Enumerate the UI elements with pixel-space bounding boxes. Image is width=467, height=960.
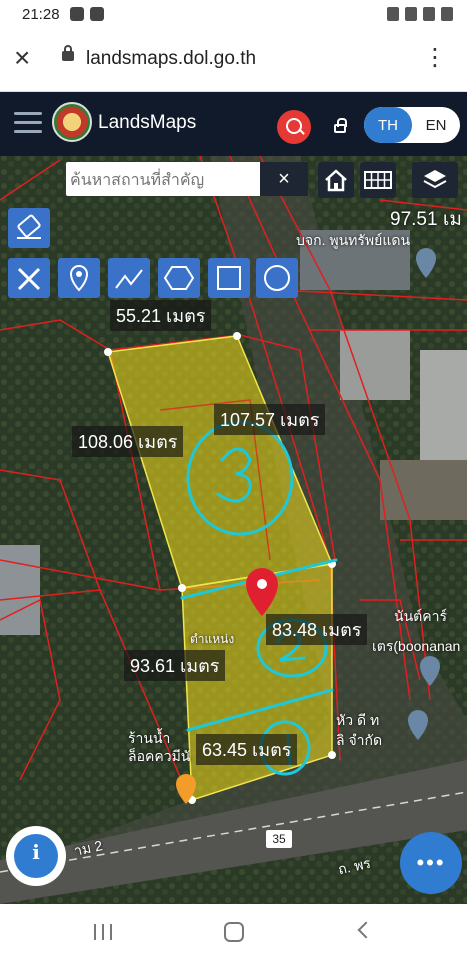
label-position: ตำแหน่ง [190, 632, 235, 646]
eraser-icon [17, 214, 41, 239]
circle-icon [264, 265, 290, 291]
login-lock-icon[interactable] [334, 118, 347, 133]
measure-left-lower: 93.61 เมตร [124, 650, 226, 681]
measure-right-lower: 83.48 เมตร [266, 614, 368, 645]
recent-apps-icon[interactable] [94, 924, 112, 940]
measure-bottom: 63.45 เมตร [196, 734, 298, 765]
status-time: 21:28 [22, 6, 60, 23]
notification-icons [70, 7, 104, 21]
location-pin-icon [69, 264, 89, 292]
hamburger-menu-icon[interactable] [14, 112, 42, 134]
polygon-button[interactable] [158, 258, 200, 298]
info-button[interactable]: i [6, 826, 66, 886]
system-nav-bar [0, 904, 467, 960]
polyline-icon [115, 269, 143, 289]
more-dots-icon: ••• [416, 850, 446, 875]
line-app-icon [90, 7, 104, 21]
place-search: × [66, 162, 308, 196]
measure-right-upper: 107.57 เมตร [214, 404, 326, 435]
label-store-2: ล็อคควมีนั [128, 748, 191, 764]
rectangle-button[interactable] [208, 258, 250, 298]
place-search-input[interactable] [66, 162, 256, 196]
department-logo [52, 102, 92, 142]
measure-top: 55.21 เมตร [110, 300, 212, 331]
measure-left-upper: 108.06 เมตร [72, 426, 184, 457]
info-icon: i [32, 840, 40, 864]
brand-title: LandsMaps [98, 112, 197, 133]
grid-button[interactable] [360, 162, 396, 198]
layers-button[interactable] [412, 162, 458, 198]
browser-menu-icon[interactable]: ⋮ [423, 46, 447, 70]
rectangle-icon [217, 266, 241, 290]
bluetooth-icon [387, 7, 399, 21]
label-nant: นันต์คาร์ [394, 608, 447, 624]
more-button[interactable]: ••• [400, 832, 462, 894]
url-text[interactable]: landsmaps.dol.go.th [86, 48, 256, 70]
lang-th-button[interactable]: TH [364, 107, 412, 143]
home-icon [325, 169, 347, 192]
tools-icon [17, 267, 41, 291]
label-boonanan: เตร(boonanan [372, 638, 461, 654]
label-company-2: หัว ดี ท [336, 712, 380, 728]
search-icon[interactable] [277, 110, 311, 144]
home-button[interactable] [318, 162, 354, 198]
clear-search-button[interactable]: × [260, 162, 308, 196]
lock-icon [62, 45, 74, 61]
home-nav-icon[interactable] [224, 922, 244, 942]
eraser-button[interactable] [8, 208, 50, 248]
tools-button[interactable] [8, 258, 50, 298]
marker-button[interactable] [58, 258, 100, 298]
signal-icon [423, 7, 435, 21]
polygon-icon [163, 266, 195, 290]
layers-icon [423, 170, 447, 189]
circle-button[interactable] [256, 258, 298, 298]
browser-toolbar: × landsmaps.dol.go.th ⋮ [0, 30, 467, 92]
road-number-badge: 35 [266, 830, 292, 848]
measure-line-button[interactable] [108, 258, 150, 298]
back-icon[interactable] [357, 921, 375, 939]
close-tab-icon[interactable]: × [14, 44, 30, 72]
battery-icon [441, 7, 453, 21]
label-company: บจก. พูนทรัพย์แดน [296, 232, 411, 248]
grid-icon [364, 171, 392, 189]
lang-en-button[interactable]: EN [412, 107, 460, 143]
gallery-icon [70, 7, 84, 21]
status-bar: 21:28 [0, 0, 467, 30]
language-toggle[interactable]: TH EN [364, 107, 460, 143]
label-company-3: ลิ จำกัด [336, 732, 383, 748]
wifi-icon [405, 7, 417, 21]
status-right-icons [387, 7, 453, 21]
